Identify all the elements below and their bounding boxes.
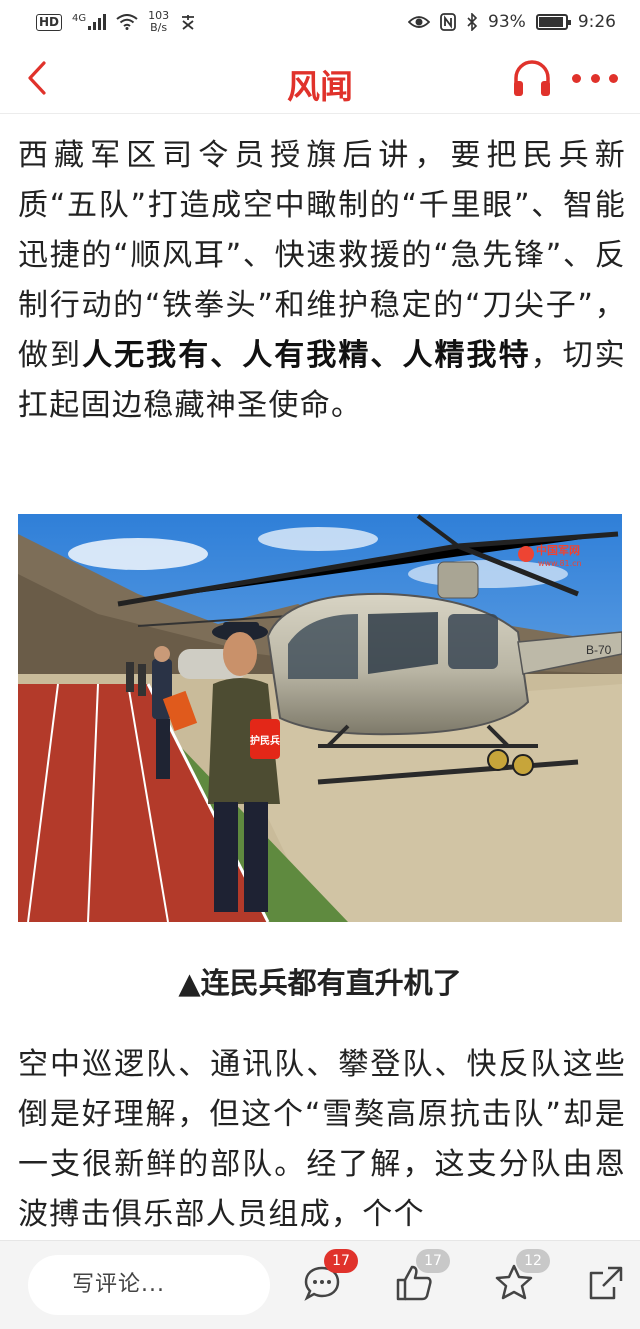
listen-button[interactable] [510,56,554,100]
chevron-left-icon [28,61,46,95]
armband-text: 护民兵 [250,734,280,747]
like-count-badge: 17 [416,1249,450,1273]
network-indicator: 4G [72,13,107,30]
favorite-count-badge: 12 [516,1249,550,1273]
wifi-icon [116,14,138,30]
comment-input[interactable]: 写评论... [28,1255,270,1315]
heli-registration: B-70 [586,643,612,657]
paragraph-bold-text: 人无我有、人有我精、人精我特 [82,338,531,373]
battery-icon [535,14,571,30]
back-button[interactable] [18,58,58,98]
net-speed: 103 B/s [148,10,169,34]
share-icon [589,1266,623,1300]
helicopter-photo: B-70 中国军网 www.81.cn 护民兵 [18,514,622,922]
image-watermark: 中国军网 [536,543,580,557]
image-watermark-url: www.81.cn [538,559,582,568]
bottom-action-bar: 写评论... 17 17 12 [0,1240,640,1329]
bluetooth-icon [467,13,478,31]
comment-button[interactable]: 17 [302,1249,358,1307]
nfc-icon [440,13,456,31]
status-bar: HD 4G 103 B/s 93% 9:26 [0,0,640,44]
favorite-button[interactable]: 12 [494,1249,550,1307]
nav-bar: 风闻 [0,44,640,114]
notification-app-icon [182,15,195,30]
battery-percent: 93% [488,12,526,32]
headphones-icon [514,60,550,96]
network-type: 4G [72,13,87,24]
net-speed-unit: B/s [150,21,168,34]
share-button[interactable] [586,1263,630,1307]
signal-icon [88,14,107,30]
more-dots-icon [572,73,581,83]
article-paragraph: 空中巡逻队、通讯队、攀登队、快反队这些倒是好理解，但这个“雪獒高原抗击队”却是一… [18,1047,626,1232]
article-image[interactable]: B-70 中国军网 www.81.cn 护民兵 [18,514,622,922]
hd-indicator: HD [36,13,63,31]
like-button[interactable]: 17 [394,1249,450,1307]
status-left: HD 4G 103 B/s [36,10,197,34]
eye-icon [408,16,431,28]
status-right: 93% 9:26 [408,12,616,32]
article-paragraph: 西藏军区司令员授旗后讲，要把民兵新质“五队”打造成空中瞰制的“千里眼”、智能迅捷… [18,131,626,431]
image-caption: ▲连民兵都有直升机了 [178,966,462,1000]
clock: 9:26 [577,12,616,32]
more-button[interactable] [572,68,618,88]
comment-count-badge: 17 [324,1249,358,1273]
